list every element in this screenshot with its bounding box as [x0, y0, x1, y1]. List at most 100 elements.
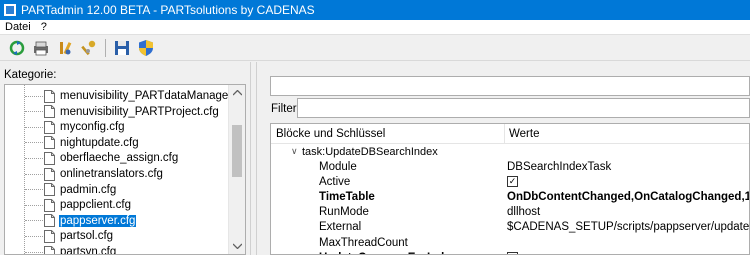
group-label: task:UpdateDBSearchIndex [302, 146, 438, 158]
setting-key: RunMode [319, 206, 369, 219]
tree-connector [25, 251, 43, 253]
setting-value[interactable]: dllhost [507, 206, 540, 218]
setting-value[interactable]: OnDbContentChanged,OnCatalogChanged,1h [507, 191, 749, 203]
scroll-thumb[interactable] [232, 125, 242, 177]
security-button[interactable] [135, 37, 157, 59]
file-icon [44, 89, 55, 103]
chevron-down-icon [232, 243, 242, 249]
file-icon [44, 214, 55, 228]
category-label: Kategorie: [4, 69, 57, 81]
pane-splitter[interactable] [250, 62, 257, 255]
tree-item-label: padmin.cfg [60, 183, 117, 196]
save-icon [115, 40, 129, 55]
category-tree[interactable]: menuvisibility_PARTdataManager.cfgmenuvi… [4, 84, 246, 255]
setting-row[interactable]: TimeTable OnDbContentChanged,OnCatalogCha… [271, 190, 749, 205]
file-icon [44, 167, 55, 181]
tree-item[interactable]: oberflaeche_assign.cfg [25, 150, 179, 166]
tree-item[interactable]: nightupdate.cfg [25, 135, 140, 151]
setting-key: MaxThreadCount [319, 236, 408, 249]
tree-item[interactable]: partsol.cfg [25, 228, 114, 244]
tree-connector [25, 142, 43, 144]
chevron-up-icon [232, 90, 242, 96]
tree-item[interactable]: partsyn.cfg [25, 244, 117, 255]
setting-row[interactable]: Module DBSearchIndexTask [271, 160, 749, 175]
tree-item[interactable]: onlinetranslators.cfg [25, 166, 164, 182]
tree-item[interactable]: pappclient.cfg [25, 197, 132, 213]
file-icon [44, 183, 55, 197]
tree-item-label: pappserver.cfg [57, 213, 138, 228]
tree-item[interactable]: myconfig.cfg [25, 119, 126, 135]
filter-label: Filter [271, 103, 297, 115]
tree-connector [25, 126, 43, 128]
header-divider[interactable] [504, 124, 505, 144]
tree-connector [25, 204, 43, 206]
menu-bar: Datei ? [0, 20, 750, 35]
setting-value[interactable]: DBSearchIndexTask [507, 161, 611, 173]
tree-connector [25, 235, 43, 237]
save-button[interactable] [111, 37, 133, 59]
scroll-up-button[interactable] [229, 85, 245, 101]
tree-item[interactable]: menuvisibility_PARTProject.cfg [25, 104, 220, 120]
path-field[interactable] [270, 76, 750, 96]
header-values[interactable]: Werte [509, 128, 539, 140]
print-button[interactable] [30, 37, 52, 59]
tree-item-label: nightupdate.cfg [60, 136, 139, 149]
file-icon [44, 120, 55, 134]
refresh-button[interactable] [6, 37, 28, 59]
setting-row[interactable]: External $CADENAS_SETUP/scripts/pappserve… [271, 220, 749, 235]
title-bar: PARTadmin 12.00 BETA - PARTsolutions by … [0, 0, 750, 20]
tree-item-label: partsol.cfg [60, 230, 114, 243]
setting-key: External [319, 221, 362, 234]
shield-icon [139, 39, 153, 56]
file-icon [44, 245, 55, 254]
refresh-icon [9, 40, 25, 55]
tools-button[interactable] [54, 37, 76, 59]
file-icon [44, 105, 55, 119]
tree-connector [25, 157, 43, 159]
window-title: PARTadmin 12.00 BETA - PARTsolutions by … [21, 3, 315, 17]
setting-key: Module [319, 161, 357, 173]
filter-input[interactable] [297, 98, 750, 118]
tree-item-label: oberflaeche_assign.cfg [60, 152, 179, 165]
tree-connector [25, 173, 43, 175]
app-icon [4, 4, 16, 16]
setting-key: TimeTable [319, 191, 375, 204]
tree-connector [25, 95, 43, 97]
setting-value[interactable]: $CADENAS_SETUP/scripts/pappserver/update… [507, 221, 749, 233]
keys-button[interactable] [78, 37, 100, 59]
setting-row[interactable]: UpdateCommonErpIndex [271, 251, 749, 254]
tree-item-label: onlinetranslators.cfg [60, 168, 163, 180]
settings-grid: Blöcke und Schlüssel Werte ∨ task:Update… [270, 123, 750, 255]
category-pane: Kategorie: menuvisibility_PARTdataManage… [0, 62, 250, 255]
toolbar-separator [105, 38, 106, 57]
menu-help[interactable]: ? [36, 21, 52, 33]
tree-connector [25, 220, 43, 222]
scroll-down-button[interactable] [229, 238, 245, 254]
tree-item-label: partsyn.cfg [60, 246, 117, 255]
group-row[interactable]: ∨ task:UpdateDBSearchIndex [271, 145, 749, 159]
tree-item-label: myconfig.cfg [60, 121, 125, 134]
file-icon [44, 198, 55, 212]
tree-item-label: menuvisibility_PARTdataManager.cfg [60, 90, 246, 102]
setting-row[interactable]: RunMode dllhost [271, 205, 749, 220]
file-icon [44, 229, 55, 243]
setting-checkbox[interactable] [507, 251, 518, 254]
printer-icon [34, 41, 48, 55]
setting-key: Active [319, 176, 351, 189]
tree-connector [25, 189, 43, 191]
grid-header: Blöcke und Schlüssel Werte [271, 124, 749, 144]
tree-item-label: pappclient.cfg [60, 199, 131, 212]
setting-row[interactable]: MaxThreadCount [271, 236, 749, 251]
tree-item[interactable]: padmin.cfg [25, 182, 117, 198]
tree-scrollbar[interactable] [228, 85, 245, 254]
tree-item[interactable]: menuvisibility_PARTdataManager.cfg [25, 88, 246, 104]
expand-chevron-icon[interactable]: ∨ [291, 146, 298, 157]
setting-row[interactable]: Active ✓ [271, 175, 749, 190]
tree-item-label: menuvisibility_PARTProject.cfg [60, 105, 219, 118]
menu-datei[interactable]: Datei [0, 21, 36, 33]
file-icon [44, 136, 55, 150]
tree-item[interactable]: pappserver.cfg [25, 213, 138, 229]
setting-checkbox[interactable]: ✓ [507, 176, 518, 188]
settings-pane: Filter Blöcke und Schlüssel Werte ∨ task… [257, 62, 750, 255]
header-keys[interactable]: Blöcke und Schlüssel [276, 128, 385, 140]
